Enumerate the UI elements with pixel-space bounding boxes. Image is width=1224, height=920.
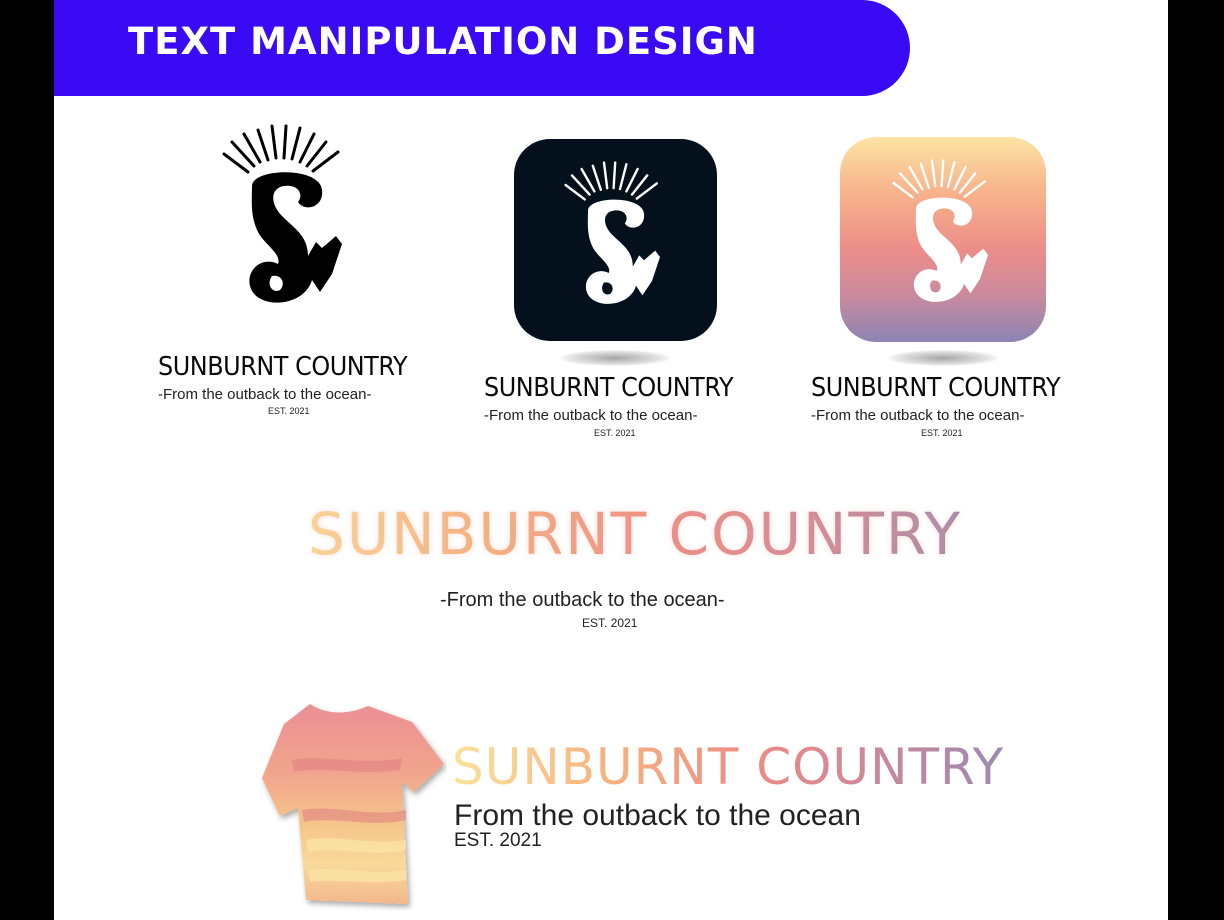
dark-tile-shadow <box>560 350 670 366</box>
logo-sunset-brand: SUNBURNT COUNTRY <box>811 373 1061 403</box>
page-title: TEXT MANIPULATION DESIGN <box>128 20 758 63</box>
wordmark-est: EST. 2021 <box>582 616 638 630</box>
logo-dark-est: EST. 2021 <box>594 428 636 438</box>
sunburst-s-mark-icon <box>892 159 988 302</box>
sunset-app-tile <box>840 137 1046 342</box>
shirt-tagline: From the outback to the ocean <box>454 799 861 832</box>
document-page: TEXT MANIPULATION DESIGN SUNBURNT COUNTR… <box>54 0 1168 920</box>
logo-sunset-est: EST. 2021 <box>921 428 963 438</box>
logo-plain-brand: SUNBURNT COUNTRY <box>158 352 408 382</box>
logo-dark-brand: SUNBURNT COUNTRY <box>484 373 734 403</box>
header-bar: TEXT MANIPULATION DESIGN <box>54 0 910 96</box>
logo-plain-est: EST. 2021 <box>268 406 310 416</box>
logo-plain-tagline: -From the outback to the ocean- <box>158 386 372 403</box>
shirt-brand: SUNBURNT COUNTRY <box>452 738 1005 796</box>
sunburst-s-mark-icon <box>564 161 660 304</box>
logo-sunset-tagline: -From the outback to the ocean- <box>811 407 1025 424</box>
tshirt-icon <box>262 704 444 904</box>
sunburst-s-mark-icon <box>222 124 342 303</box>
dark-app-tile <box>514 139 717 341</box>
wordmark-tagline: -From the outback to the ocean- <box>440 589 725 611</box>
logo-dark-tagline: -From the outback to the ocean- <box>484 407 698 424</box>
shirt-est: EST. 2021 <box>454 830 542 851</box>
sunset-tile-shadow <box>888 350 998 366</box>
wordmark-brand: SUNBURNT COUNTRY <box>308 500 962 568</box>
